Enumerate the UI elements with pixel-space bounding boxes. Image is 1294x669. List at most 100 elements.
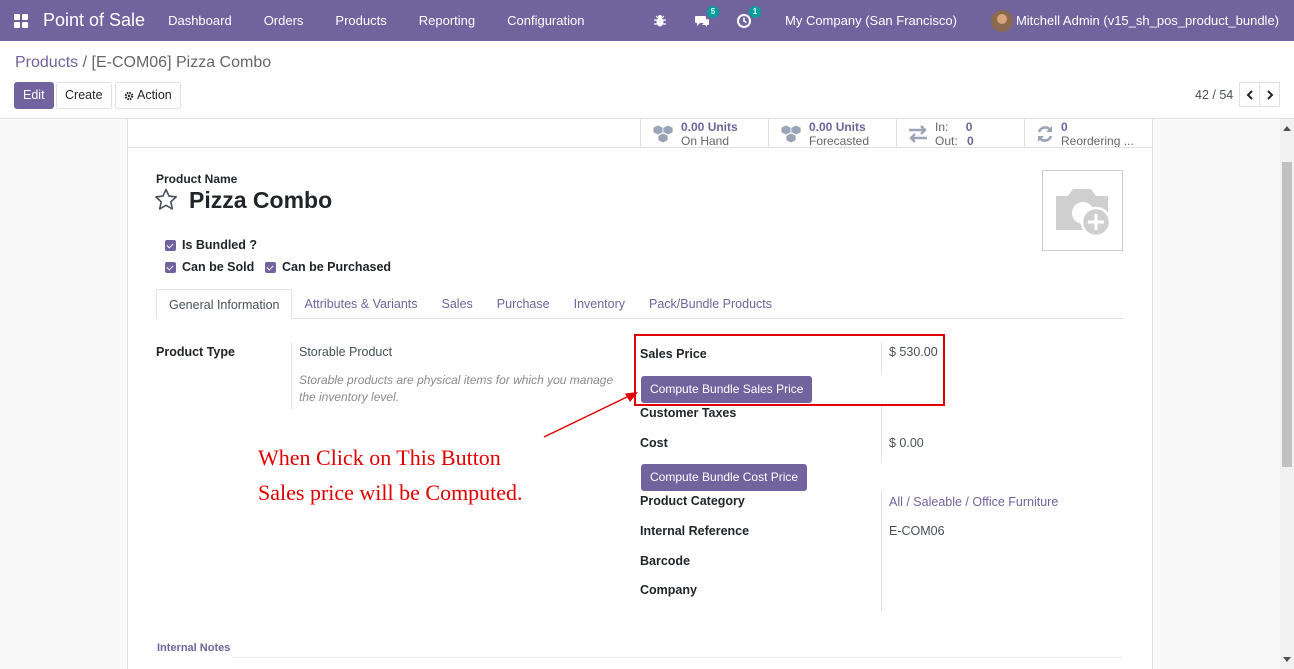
field-separator xyxy=(881,491,882,611)
product-type-label: Product Type xyxy=(156,345,235,359)
create-button[interactable]: Create xyxy=(56,82,112,109)
field-separator xyxy=(291,342,292,409)
exchange-icon xyxy=(909,124,927,143)
control-panel: Products / [E-COM06] Pizza Combo Edit Cr… xyxy=(0,41,1294,119)
scroll-down-icon[interactable] xyxy=(1280,653,1294,667)
breadcrumb-current: [E-COM06] Pizza Combo xyxy=(91,54,272,71)
pager-next-button[interactable] xyxy=(1259,82,1280,107)
internal-reference-value[interactable]: E-COM06 xyxy=(889,524,945,538)
checkbox-checked-icon xyxy=(165,261,176,273)
customer-taxes-label: Customer Taxes xyxy=(640,406,737,420)
messages-badge: 5 xyxy=(707,5,719,18)
product-category-label: Product Category xyxy=(640,494,745,508)
forecasted-label: Forecasted xyxy=(809,133,870,148)
tab-inventory[interactable]: Inventory xyxy=(562,289,637,319)
user-menu[interactable]: Mitchell Admin (v15_sh_pos_product_bundl… xyxy=(990,9,1279,32)
user-name: Mitchell Admin (v15_sh_pos_product_bundl… xyxy=(1015,13,1279,28)
annotation-highlight-box xyxy=(634,334,945,406)
tab-attributes-variants[interactable]: Attributes & Variants xyxy=(292,289,429,319)
company-switcher[interactable]: My Company (San Francisco) xyxy=(785,13,957,28)
pager-value[interactable]: 42 / 54 xyxy=(1195,88,1233,102)
field-separator xyxy=(881,405,882,463)
star-icon[interactable] xyxy=(154,188,178,213)
camera-add-icon xyxy=(1055,188,1111,237)
out-label: Out: xyxy=(935,133,958,148)
main-menu: Dashboard Orders Products Reporting Conf… xyxy=(157,13,605,28)
activities-clock-icon[interactable]: 1 xyxy=(736,5,761,29)
on-hand-button[interactable]: 0.00 Units On Hand xyxy=(640,119,768,148)
on-hand-value: 0.00 Units xyxy=(681,119,738,134)
bug-icon[interactable] xyxy=(652,13,668,29)
refresh-icon xyxy=(1037,125,1053,142)
menu-orders[interactable]: Orders xyxy=(253,13,325,28)
chevron-right-icon xyxy=(1266,89,1273,100)
gear-icon xyxy=(124,91,134,100)
scrollbar-thumb[interactable] xyxy=(1282,162,1292,467)
compute-bundle-cost-price-button[interactable]: Compute Bundle Cost Price xyxy=(641,464,808,491)
action-label: Action xyxy=(137,88,172,102)
annotation-arrow-icon xyxy=(543,392,638,438)
pager-previous-button[interactable] xyxy=(1239,82,1260,107)
form-sheet: 0.00 Units On Hand 0.00 Units Forecasted I… xyxy=(127,119,1153,669)
avatar xyxy=(990,9,1013,32)
can-be-sold-checkbox[interactable]: Can be Sold xyxy=(165,260,254,274)
on-hand-label: On Hand xyxy=(681,133,730,148)
form-tabs: General Information Attributes & Variant… xyxy=(156,289,1123,319)
forecasted-value: 0.00 Units xyxy=(809,119,866,134)
product-type-select[interactable]: Storable Product xyxy=(299,345,392,359)
chevron-left-icon xyxy=(1246,89,1253,100)
can-be-purchased-checkbox[interactable]: Can be Purchased xyxy=(265,260,391,274)
tab-general-information[interactable]: General Information xyxy=(156,289,293,319)
internal-notes-divider xyxy=(232,657,1123,658)
cubes-icon xyxy=(652,124,674,143)
reordering-value: 0 xyxy=(1061,119,1068,134)
internal-reference-label: Internal Reference xyxy=(640,524,750,538)
in-value: 0 xyxy=(965,119,973,134)
scroll-up-icon[interactable] xyxy=(1280,121,1294,135)
tab-pack-bundle-products[interactable]: Pack/Bundle Products xyxy=(637,289,784,319)
smart-buttons: 0.00 Units On Hand 0.00 Units Forecasted I… xyxy=(640,119,1152,148)
company-label: Company xyxy=(640,583,697,597)
menu-products[interactable]: Products xyxy=(324,13,407,28)
app-title[interactable]: Point of Sale xyxy=(43,10,145,31)
cost-value[interactable]: $ 0.00 xyxy=(889,436,924,450)
out-value: 0 xyxy=(967,133,974,148)
top-navbar: Point of Sale Dashboard Orders Products … xyxy=(0,0,1294,41)
cost-label: Cost xyxy=(640,436,668,450)
in-label: In: xyxy=(935,119,949,134)
menu-configuration[interactable]: Configuration xyxy=(496,13,605,28)
apps-menu-icon[interactable] xyxy=(14,13,28,28)
is-bundled-checkbox[interactable]: Is Bundled ? xyxy=(165,238,257,252)
reordering-button[interactable]: 0 Reordering ... xyxy=(1024,119,1152,148)
checkbox-checked-icon xyxy=(265,261,276,273)
internal-notes-label: Internal Notes xyxy=(157,642,231,654)
tab-purchase[interactable]: Purchase xyxy=(485,289,562,319)
can-be-purchased-label: Can be Purchased xyxy=(282,260,392,274)
action-button[interactable]: Action xyxy=(115,82,181,109)
is-bundled-label: Is Bundled ? xyxy=(182,238,257,252)
reordering-label: Reordering ... xyxy=(1061,133,1134,148)
page-scrollbar[interactable] xyxy=(1280,119,1294,669)
menu-reporting[interactable]: Reporting xyxy=(408,13,496,28)
product-title: Pizza Combo xyxy=(189,187,333,213)
tab-sales[interactable]: Sales xyxy=(430,289,485,319)
barcode-label: Barcode xyxy=(640,554,691,568)
breadcrumb-products-link[interactable]: Products xyxy=(15,54,78,71)
form-content: 0.00 Units On Hand 0.00 Units Forecasted I… xyxy=(0,119,1294,669)
checkbox-checked-icon xyxy=(165,239,176,251)
activities-badge: 1 xyxy=(749,5,761,18)
can-be-sold-label: Can be Sold xyxy=(182,260,255,274)
annotation-text-line-2: Sales price will be Computed. xyxy=(258,480,523,505)
cubes-icon xyxy=(780,124,802,143)
edit-button[interactable]: Edit xyxy=(14,82,54,109)
divider xyxy=(128,147,1152,148)
in-out-button[interactable]: In: 0 Out: 0 xyxy=(896,119,1024,148)
breadcrumb-separator: / xyxy=(82,54,88,71)
product-image-placeholder[interactable] xyxy=(1042,170,1123,251)
messages-icon[interactable]: 5 xyxy=(694,5,719,29)
forecasted-button[interactable]: 0.00 Units Forecasted xyxy=(768,119,896,148)
menu-dashboard[interactable]: Dashboard xyxy=(157,13,253,28)
product-category-link[interactable]: All / Saleable / Office Furniture xyxy=(889,495,1058,509)
product-name-label: Product Name xyxy=(156,172,238,186)
navbar-systray: 5 1 My Company (San Francisco) Mitchell … xyxy=(639,0,1294,41)
